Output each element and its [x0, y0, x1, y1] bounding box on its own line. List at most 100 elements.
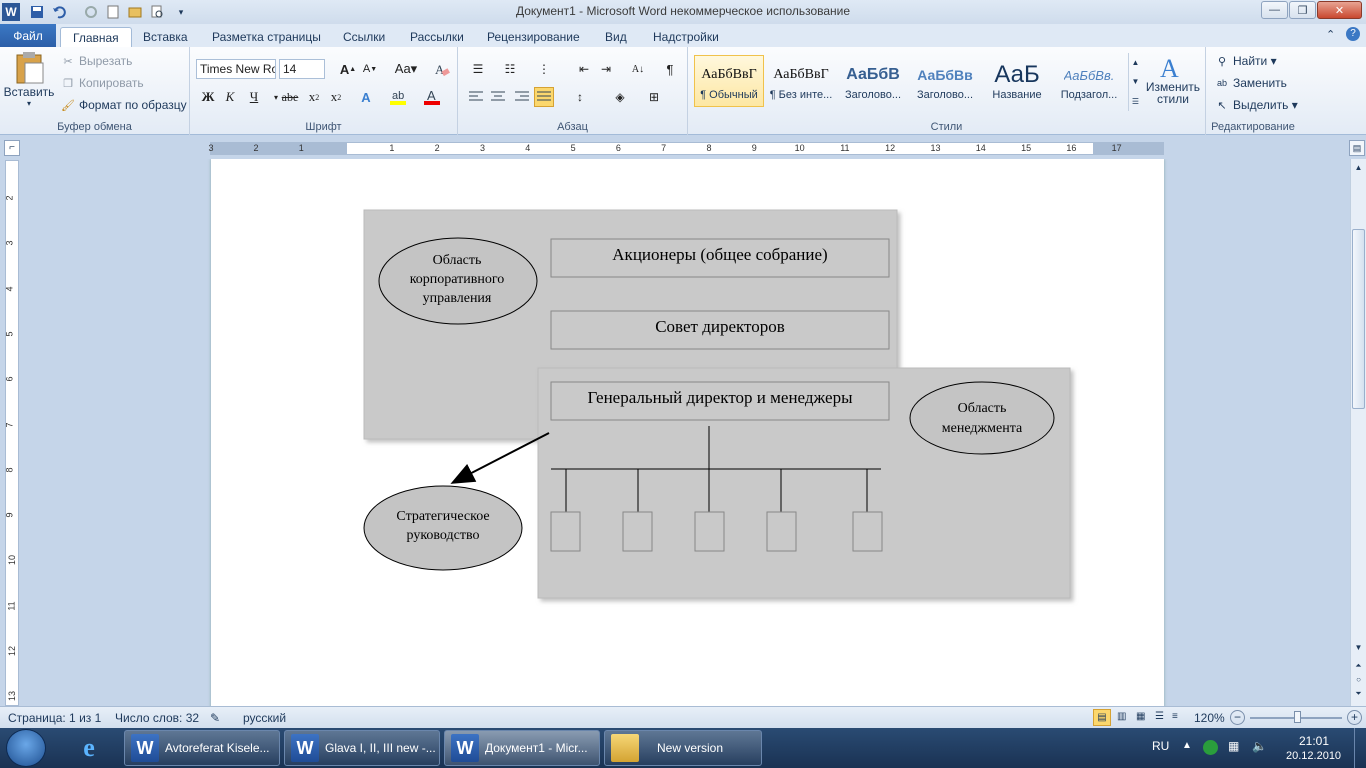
show-marks-icon[interactable]: ¶: [660, 59, 680, 79]
input-language[interactable]: RU: [1152, 739, 1169, 753]
taskbar-item-new-version[interactable]: New version: [604, 730, 762, 766]
cut-button[interactable]: ✂ Вырезать: [60, 53, 132, 69]
volume-icon[interactable]: 🔈: [1252, 739, 1267, 753]
title-bar: W ▾ Документ1 - Microsoft Word некоммерч…: [0, 0, 1366, 24]
scroll-thumb[interactable]: [1352, 229, 1365, 409]
font-color-icon[interactable]: A: [422, 87, 442, 107]
proofing-icon[interactable]: ✎: [210, 711, 220, 725]
replace-button[interactable]: ab Заменить: [1214, 75, 1287, 91]
tab-file[interactable]: Файл: [0, 24, 56, 47]
style-no-spacing[interactable]: АаБбВвГ ¶ Без инте...: [766, 55, 836, 107]
zoom-in-icon[interactable]: +: [1347, 710, 1362, 725]
zoom-level[interactable]: 120%: [1194, 711, 1225, 725]
align-center-icon[interactable]: [488, 87, 508, 107]
paste-button[interactable]: Вставить ▾: [4, 51, 54, 113]
help-icon[interactable]: ?: [1346, 27, 1360, 41]
copy-button[interactable]: ❐ Копировать: [60, 75, 144, 91]
network-icon[interactable]: ▦: [1228, 739, 1239, 753]
highlight-color-icon[interactable]: ab: [388, 87, 408, 107]
tab-insert[interactable]: Вставка: [139, 27, 192, 47]
format-painter-button[interactable]: 🖌 Формат по образцу: [60, 97, 187, 113]
next-page-icon[interactable]: ⏷: [1352, 687, 1365, 700]
previous-page-icon[interactable]: ⏶: [1352, 659, 1365, 672]
ie-icon[interactable]: e: [72, 732, 106, 764]
page[interactable]: Область корпоративного управления Акцион…: [211, 159, 1164, 706]
taskbar-item-avtoreferat[interactable]: W Avtoreferat Kisele...: [124, 730, 280, 766]
change-case-icon[interactable]: Aa▾: [392, 59, 420, 79]
find-button[interactable]: ⚲ Найти ▾: [1214, 53, 1277, 69]
vertical-ruler[interactable]: 2 3 4 5 6 7 8 9 10 11 12 13: [5, 160, 19, 706]
align-right-icon[interactable]: [512, 87, 532, 107]
style-normal[interactable]: АаБбВвГ ¶ Обычный: [694, 55, 764, 107]
clear-formatting-icon[interactable]: A: [432, 59, 452, 79]
taskbar-item-document1[interactable]: W Документ1 - Micr...: [444, 730, 600, 766]
bold-button[interactable]: Ж: [198, 87, 218, 107]
clipboard-group-label: Буфер обмена: [57, 121, 132, 133]
scroll-down-icon[interactable]: ▼: [1352, 641, 1365, 654]
taskbar-item-glava[interactable]: W Glava I, II, III new -...: [284, 730, 440, 766]
show-desktop-button[interactable]: [1354, 728, 1366, 768]
draft-icon[interactable]: ≡: [1172, 711, 1178, 722]
minimize-ribbon-icon[interactable]: ⌃: [1326, 28, 1335, 41]
clock-date[interactable]: 20.12.2010: [1286, 750, 1341, 762]
font-size-combo[interactable]: 14: [279, 59, 325, 79]
select-button[interactable]: ↖ Выделить ▾: [1214, 97, 1297, 113]
style-title[interactable]: АаБ Название: [982, 55, 1052, 107]
line-spacing-icon[interactable]: ↕: [570, 87, 590, 107]
language[interactable]: русский: [243, 711, 286, 725]
tab-view[interactable]: Вид: [601, 27, 631, 47]
shrink-font-icon[interactable]: A ▼: [360, 59, 380, 79]
browse-object-icon[interactable]: ○: [1352, 673, 1365, 686]
vertical-scrollbar[interactable]: ▲ ▼ ⏶ ○ ⏷: [1350, 159, 1366, 706]
tab-review[interactable]: Рецензирование: [483, 27, 584, 47]
full-screen-icon[interactable]: ▥: [1117, 711, 1126, 722]
ruler-number: 1: [389, 143, 395, 153]
web-layout-icon[interactable]: ▦: [1136, 711, 1145, 722]
text-effects-icon[interactable]: A: [356, 87, 376, 107]
outline-icon[interactable]: ☰: [1155, 711, 1164, 722]
style-heading1[interactable]: АаБбВ Заголово...: [838, 55, 908, 107]
tray-expand-icon[interactable]: ▲: [1182, 740, 1192, 751]
sort-icon[interactable]: A↓: [628, 59, 648, 79]
view-ruler-icon[interactable]: ▤: [1349, 140, 1365, 156]
horizontal-ruler[interactable]: 3 2 1 1 2 3 4 5 6 7 8 9 10 11 12 13 14 15 16 17: [208, 142, 1164, 155]
close-button[interactable]: ✕: [1317, 1, 1362, 19]
underline-button[interactable]: Ч: [244, 87, 264, 107]
tray-app-icon[interactable]: [1203, 740, 1218, 755]
bullets-icon[interactable]: ☰: [468, 59, 488, 79]
tab-addins[interactable]: Надстройки: [649, 27, 723, 47]
borders-icon[interactable]: ⊞: [644, 87, 664, 107]
tab-page-layout[interactable]: Разметка страницы: [208, 27, 325, 47]
font-name-combo[interactable]: Times New Ro: [196, 59, 276, 79]
align-left-icon[interactable]: [466, 87, 486, 107]
zoom-out-icon[interactable]: −: [1230, 710, 1245, 725]
multilevel-list-icon[interactable]: ⋮: [534, 59, 554, 79]
minimize-button[interactable]: —: [1261, 1, 1288, 19]
styles-scroll[interactable]: ▲ ▼ ☰: [1128, 53, 1142, 111]
tab-mailings[interactable]: Рассылки: [406, 27, 468, 47]
maximize-button[interactable]: ❐: [1289, 1, 1316, 19]
tab-selector[interactable]: ⌐: [4, 140, 20, 156]
numbering-icon[interactable]: ☷: [500, 59, 520, 79]
tab-references[interactable]: Ссылки: [339, 27, 389, 47]
subscript-icon[interactable]: x2: [304, 87, 324, 107]
zoom-slider-thumb[interactable]: [1294, 711, 1301, 723]
style-heading2[interactable]: АаБбВв Заголово...: [910, 55, 980, 107]
page-count[interactable]: Страница: 1 из 1: [8, 711, 101, 725]
print-layout-icon[interactable]: ▤: [1093, 709, 1111, 726]
style-subtitle[interactable]: АаБбВв. Подзагол...: [1054, 55, 1124, 107]
strikethrough-button[interactable]: abe: [278, 87, 302, 107]
clock-time[interactable]: 21:01: [1299, 734, 1329, 748]
superscript-icon[interactable]: x2: [326, 87, 346, 107]
tab-home[interactable]: Главная: [60, 27, 132, 47]
change-styles-button[interactable]: A Изменить стили: [1144, 53, 1202, 105]
start-button[interactable]: [6, 729, 46, 767]
italic-button[interactable]: К: [220, 87, 240, 107]
justify-icon[interactable]: [534, 87, 554, 107]
decrease-indent-icon[interactable]: ⇤: [574, 59, 594, 79]
grow-font-icon[interactable]: A ▲: [338, 59, 358, 79]
scroll-up-icon[interactable]: ▲: [1352, 161, 1365, 174]
increase-indent-icon[interactable]: ⇥: [596, 59, 616, 79]
shading-icon[interactable]: ◈: [610, 87, 630, 107]
word-count[interactable]: Число слов: 32: [115, 711, 199, 725]
